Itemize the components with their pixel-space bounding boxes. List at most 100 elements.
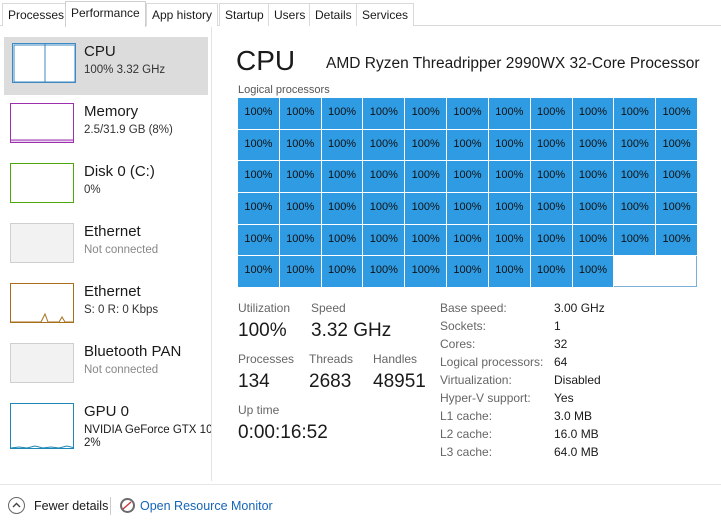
logical-processor-cell: 100% [320,192,364,225]
logical-processor-cell: 100% [613,128,657,162]
sidebar-item-title: CPU [84,43,116,60]
logical-processor-cell: 100% [278,255,322,288]
logical-processor-cell: 100% [320,255,364,288]
logical-processor-cell: 100% [362,255,406,288]
logical-processor-cell: 100% [278,128,322,162]
logical-processor-cell: 100% [529,97,573,130]
logical-processor-cell: 100% [571,223,615,257]
sidebar-item-ethernet-2[interactable]: Ethernet S: 0 R: 0 Kbps [0,277,211,335]
tab-details[interactable]: Details [309,3,358,26]
logical-processor-cell: 100% [655,160,698,193]
sidebar-item-title: Memory [84,103,139,120]
logical-processor-cell: 100% [404,128,448,162]
logical-processor-cell: 100% [571,255,615,288]
ethernet-thumbnail-graph [10,283,74,323]
ethernet-thumbnail-graph [10,223,74,263]
sidebar-item-cpu[interactable]: CPU 100% 3.32 GHz [4,37,208,95]
sidebar-item-disk[interactable]: Disk 0 (C:) 0% [0,157,211,215]
memory-thumbnail-graph [10,103,74,143]
logical-processor-cell: 100% [237,255,280,288]
logical-processors-grid: 100% 100% 100% 100% 100% 100% 100% 100% 100% 100%… [237,97,698,288]
logical-processor-cell: 100% [487,255,531,288]
tab-startup[interactable]: Startup [219,3,270,26]
tab-performance[interactable]: Performance [65,1,146,27]
tab-services[interactable]: Services [356,3,415,26]
logical-processors-count-label: Logical processors: [440,355,544,369]
logical-processor-cell: 100% [529,192,573,225]
logical-processor-cell: 100% [278,97,322,130]
processes-value: 134 [238,371,270,392]
fewer-details-link[interactable]: Fewer details [34,499,108,513]
logical-processor-cell: 100% [362,223,406,257]
tab-users[interactable]: Users [268,3,312,26]
base-speed-value: 3.00 GHz [554,301,605,315]
open-resource-monitor-link[interactable]: Open Resource Monitor [140,499,273,513]
sidebar-item-bluetooth[interactable]: Bluetooth PAN Not connected [0,337,211,395]
logical-processor-cell: 100% [362,160,406,193]
threads-label: Threads [309,352,354,366]
logical-processor-cell: 100% [571,128,615,162]
utilization-value: 100% [238,320,287,341]
sidebar-item-title: Ethernet [84,283,141,300]
virtualization-label: Virtualization: [440,373,512,387]
logical-processor-cell: 100% [655,97,698,130]
logical-processor-cell: 100% [404,192,448,225]
resource-monitor-icon [120,498,135,513]
logical-processor-cell: 100% [237,192,280,225]
logical-processor-cell: 100% [446,255,489,288]
tab-bar: Processes Performance App history Startu… [0,0,721,27]
logical-processor-cell: 100% [529,128,573,162]
gpu-thumbnail-graph [10,403,74,449]
sidebar-item-subtitle: 0% [84,184,101,196]
logical-processor-cell: 100% [487,160,531,193]
footer-divider [110,497,111,515]
sidebar-item-title: GPU 0 [84,403,130,420]
logical-processors-label: Logical processors [238,84,330,96]
tab-app-history[interactable]: App history [146,3,219,26]
logical-processor-cell: 100% [362,128,406,162]
l1-cache-value: 3.0 MB [554,409,593,423]
sidebar-item-memory[interactable]: Memory 2.5/31.9 GB (8%) [0,97,211,155]
logical-processor-cell: 100% [320,97,364,130]
logical-processor-cell: 100% [655,192,698,225]
logical-processor-cell: 100% [613,97,657,130]
logical-processor-cell: 100% [487,97,531,130]
speed-value: 3.32 GHz [311,320,392,341]
logical-processor-cell: 100% [655,223,698,257]
logical-processor-cell: 100% [404,255,448,288]
sidebar-item-title: Bluetooth PAN [84,343,182,360]
sidebar-item-subtitle: Not connected [84,364,159,376]
sidebar-item-ethernet-1[interactable]: Ethernet Not connected [0,217,211,275]
logical-processor-cell: 100% [487,128,531,162]
sidebar-item-gpu[interactable]: GPU 0 NVIDIA GeForce GTX 108 2% [0,397,212,467]
handles-label: Handles [373,352,418,366]
uptime-value: 0:00:16:52 [238,422,328,443]
threads-value: 2683 [309,371,352,392]
logical-processor-cell: 100% [278,192,322,225]
disk-thumbnail-graph [10,163,74,203]
logical-processor-cell: 100% [237,128,280,162]
bluetooth-thumbnail-graph [10,343,74,383]
sidebar-item-subtitle: 2.5/31.9 GB (8%) [84,124,173,136]
logical-processor-cell: 100% [362,97,406,130]
sidebar-item-subtitle-2: 2% [84,437,101,449]
logical-processor-cell: 100% [529,255,573,288]
footer-bar: Fewer details Open Resource Monitor [0,484,721,530]
logical-processor-cell: 100% [278,223,322,257]
logical-processor-cell: 100% [446,97,489,130]
handles-value: 48951 [373,371,426,392]
logical-processor-cell: 100% [237,97,280,130]
processor-name: AMD Ryzen Threadripper 2990WX 32-Core Pr… [326,55,700,72]
logical-processor-cell: 100% [362,192,406,225]
fewer-details-toggle[interactable] [8,497,25,514]
hyper-v-value: Yes [554,391,574,405]
processes-label: Processes [238,352,295,366]
logical-processor-cell: 100% [571,97,615,130]
tab-processes[interactable]: Processes [2,3,71,26]
l2-cache-label: L2 cache: [440,427,493,441]
sidebar-item-subtitle: NVIDIA GeForce GTX 108 [84,424,212,436]
logical-processor-cell: 100% [613,160,657,193]
hyper-v-label: Hyper-V support: [440,391,531,405]
uptime-label: Up time [238,403,280,417]
logical-processor-cell: 100% [571,160,615,193]
